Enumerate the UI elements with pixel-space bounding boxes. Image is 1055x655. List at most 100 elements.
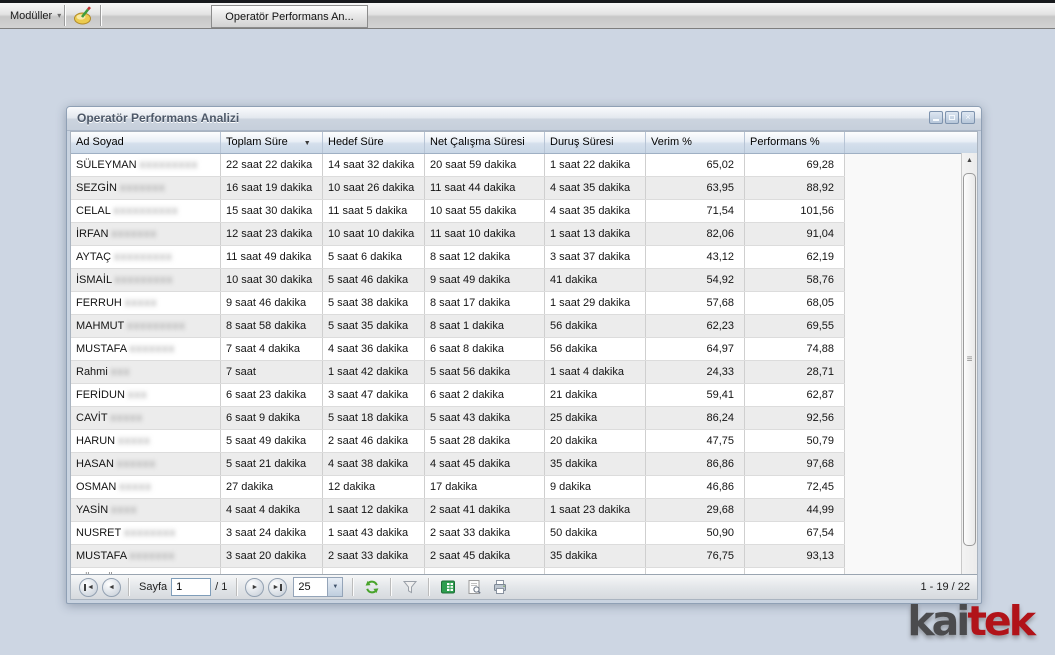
vertical-scrollbar[interactable]: ▲ ≡ ▼ [961, 153, 977, 599]
table-row[interactable]: AYTAÇ xxxxxxxxx11 saat 49 dakika5 saat 6… [71, 246, 845, 269]
cell-net: 9 saat 49 dakika [425, 269, 545, 291]
table-row[interactable]: Rahmi xxx7 saat1 saat 42 dakika5 saat 56… [71, 361, 845, 384]
minimize-button[interactable] [929, 111, 943, 124]
note-edit-icon[interactable] [72, 5, 94, 27]
cell-ad-soyad: İRFAN xxxxxxx [71, 223, 221, 245]
table-row[interactable]: YASİN xxxx4 saat 4 dakika1 saat 12 dakik… [71, 499, 845, 522]
cell-performans: 101,56 [745, 200, 845, 222]
pager-separator [236, 578, 238, 596]
cell-durus: 20 dakika [545, 430, 646, 452]
cell-verim: 57,68 [646, 292, 745, 314]
cell-ad-soyad: FERİDUN xxx [71, 384, 221, 406]
window-titlebar[interactable]: Operatör Performans Analizi × [67, 107, 981, 131]
cell-hedef: 10 saat 26 dakika [323, 177, 425, 199]
print-preview-button[interactable] [465, 578, 483, 596]
scroll-up-button[interactable]: ▲ [962, 153, 977, 168]
table-row[interactable]: FERİDUN xxx6 saat 23 dakika3 saat 47 dak… [71, 384, 845, 407]
print-button[interactable] [491, 578, 509, 596]
cell-verim: 24,33 [646, 361, 745, 383]
cell-toplam: 27 dakika [221, 476, 323, 498]
table-row[interactable]: FERRUH xxxxx9 saat 46 dakika5 saat 38 da… [71, 292, 845, 315]
maximize-button[interactable] [945, 111, 959, 124]
page-total-label: / 1 [215, 581, 227, 593]
table-row[interactable]: SEZGİN xxxxxxx16 saat 19 dakika10 saat 2… [71, 177, 845, 200]
cell-performans: 62,19 [745, 246, 845, 268]
table-row[interactable]: HASAN xxxxxx5 saat 21 dakika4 saat 38 da… [71, 453, 845, 476]
cell-verim: 63,95 [646, 177, 745, 199]
cell-net: 5 saat 43 dakika [425, 407, 545, 429]
cell-performans: 69,55 [745, 315, 845, 337]
filter-button[interactable] [401, 578, 419, 596]
cell-hedef: 5 saat 18 dakika [323, 407, 425, 429]
table-row[interactable]: OSMAN xxxxx27 dakika12 dakika17 dakika9 … [71, 476, 845, 499]
table-row[interactable]: İRFAN xxxxxxx12 saat 23 dakika10 saat 10… [71, 223, 845, 246]
table-row[interactable]: NUSRET xxxxxxxx3 saat 24 dakika1 saat 43… [71, 522, 845, 545]
column-header-3[interactable]: Net Çalışma Süresi [425, 132, 545, 153]
cell-net: 8 saat 17 dakika [425, 292, 545, 314]
table-row[interactable]: CELAL xxxxxxxxxx15 saat 30 dakika11 saat… [71, 200, 845, 223]
table-row[interactable]: MAHMUT xxxxxxxxx8 saat 58 dakika5 saat 3… [71, 315, 845, 338]
close-icon: × [965, 113, 970, 122]
cell-verim: 76,75 [646, 545, 745, 567]
cell-durus: 1 saat 4 dakika [545, 361, 646, 383]
column-header-4[interactable]: Duruş Süresi [545, 132, 646, 153]
first-name: CAVİT [76, 412, 110, 424]
last-page-button[interactable]: ► [268, 578, 287, 597]
first-name: HARUN [76, 435, 118, 447]
column-header-0[interactable]: Ad Soyad [71, 132, 221, 153]
previous-page-button[interactable]: ◄ [102, 578, 121, 597]
cell-durus: 4 saat 35 dakika [545, 177, 646, 199]
cell-verim: 54,92 [646, 269, 745, 291]
tab-operator-performans[interactable]: Operatör Performans An... [211, 5, 368, 28]
first-page-button[interactable]: ◄ [79, 578, 98, 597]
table-row[interactable]: İSMAİL xxxxxxxxx10 saat 30 dakika5 saat … [71, 269, 845, 292]
logo-kai: kai [907, 597, 967, 645]
cell-performans: 74,88 [745, 338, 845, 360]
page-number-input[interactable] [171, 578, 211, 596]
column-header-label: Net Çalışma Süresi [430, 136, 525, 148]
column-header-6[interactable]: Performans % [745, 132, 845, 153]
export-excel-button[interactable] [439, 578, 457, 596]
modules-menu-button[interactable]: Modüller ▾ [10, 3, 61, 28]
table-row[interactable]: CAVİT xxxxx6 saat 9 dakika5 saat 18 daki… [71, 407, 845, 430]
surname-blurred: xxxxxxxxx [115, 274, 174, 286]
cell-durus: 25 dakika [545, 407, 646, 429]
cell-ad-soyad: İSMAİL xxxxxxxxx [71, 269, 221, 291]
cell-net: 11 saat 44 dakika [425, 177, 545, 199]
cell-durus: 41 dakika [545, 269, 646, 291]
preview-icon [466, 579, 482, 595]
top-toolbar: Modüller ▾ Operatör Performans An... [0, 3, 1055, 29]
column-header-filler [845, 132, 977, 153]
filter-icon [402, 579, 418, 595]
cell-hedef: 3 saat 47 dakika [323, 384, 425, 406]
printer-icon [492, 579, 508, 595]
table-row[interactable]: SÜLEYMAN xxxxxxxxx22 saat 22 dakika14 sa… [71, 154, 845, 177]
cell-verim: 43,12 [646, 246, 745, 268]
cell-toplam: 7 saat [221, 361, 323, 383]
cell-net: 2 saat 41 dakika [425, 499, 545, 521]
cell-toplam: 3 saat 20 dakika [221, 545, 323, 567]
column-header-1[interactable]: Toplam Süre▼ [221, 132, 323, 153]
table-row[interactable]: HARUN xxxxx5 saat 49 dakika2 saat 46 dak… [71, 430, 845, 453]
column-header-5[interactable]: Verim % [646, 132, 745, 153]
cell-verim: 65,02 [646, 154, 745, 176]
scrollbar-thumb[interactable]: ≡ [963, 173, 976, 546]
refresh-button[interactable] [363, 578, 381, 596]
cell-hedef: 2 saat 33 dakika [323, 545, 425, 567]
surname-blurred: xxxxxxxx [124, 527, 176, 539]
next-page-button[interactable]: ► [245, 578, 264, 597]
last-page-icon [280, 584, 282, 591]
first-name: İSMAİL [76, 274, 115, 286]
cell-hedef: 1 saat 42 dakika [323, 361, 425, 383]
cell-toplam: 5 saat 49 dakika [221, 430, 323, 452]
page-size-select[interactable]: 25 ▼ [293, 577, 343, 597]
grid-header: Ad SoyadToplam Süre▼Hedef Süre Net Çalışm… [71, 132, 977, 154]
column-header-2[interactable]: Hedef Süre [323, 132, 425, 153]
cell-durus: 9 dakika [545, 476, 646, 498]
close-button[interactable]: × [961, 111, 975, 124]
cell-net: 11 saat 10 dakika [425, 223, 545, 245]
table-row[interactable]: MUSTAFA xxxxxxx7 saat 4 dakika4 saat 36 … [71, 338, 845, 361]
cell-verim: 82,06 [646, 223, 745, 245]
table-row[interactable]: MUSTAFA xxxxxxx3 saat 20 dakika2 saat 33… [71, 545, 845, 568]
cell-toplam: 8 saat 58 dakika [221, 315, 323, 337]
